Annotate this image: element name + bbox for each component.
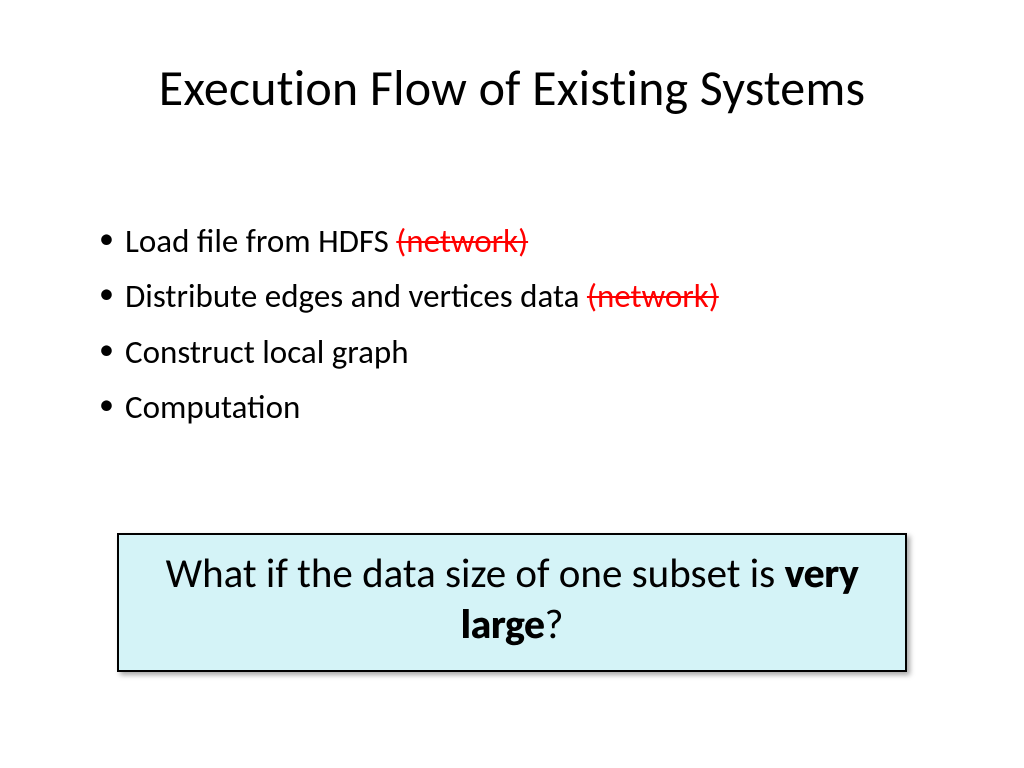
callout-lead: What if the data size of one subset is xyxy=(166,549,785,599)
bullet-text: Load file from HDFS xyxy=(125,221,396,261)
slide: Execution Flow of Existing Systems Load … xyxy=(0,0,1024,768)
bullet-annotation: (network) xyxy=(396,221,528,261)
slide-title: Execution Flow of Existing Systems xyxy=(0,58,1024,119)
bullet-text: Construct local graph xyxy=(125,332,409,372)
bullet-item: Load file from HDFS (network) xyxy=(95,215,935,268)
callout-box: What if the data size of one subset is v… xyxy=(117,533,907,672)
bullet-text: Distribute edges and vertices data xyxy=(125,276,587,316)
bullet-list: Load file from HDFS (network) Distribute… xyxy=(95,215,935,437)
bullet-annotation: (network) xyxy=(587,276,719,316)
bullet-text: Computation xyxy=(125,387,300,427)
bullet-item: Distribute edges and vertices data (netw… xyxy=(95,270,935,323)
callout-tail: ? xyxy=(545,600,564,650)
bullet-item: Computation xyxy=(95,381,935,434)
bullet-item: Construct local graph xyxy=(95,326,935,379)
